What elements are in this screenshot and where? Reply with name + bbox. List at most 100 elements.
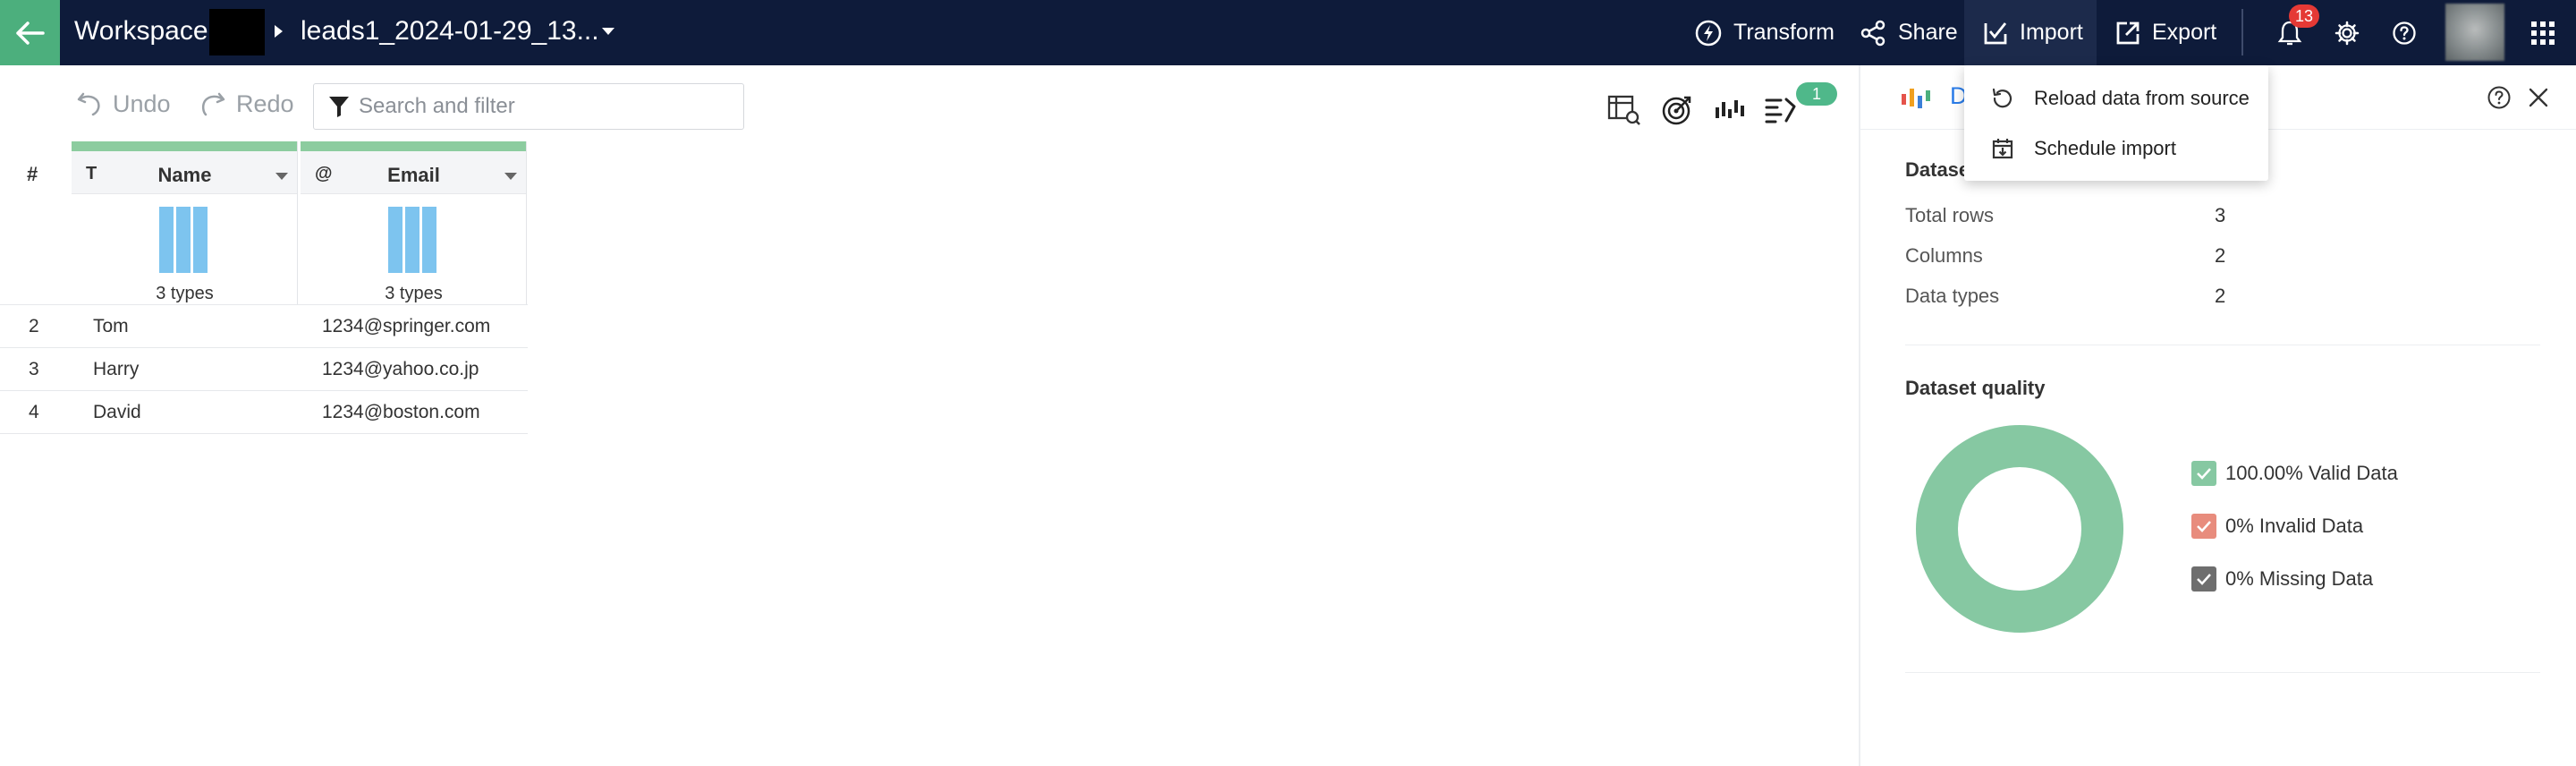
targets-button[interactable] [1658,91,1696,129]
import-button[interactable]: Import [1964,0,2097,65]
legend-label: 100.00% Valid Data [2225,462,2398,484]
target-icon [1662,96,1691,125]
stat-label: Columns [1905,244,1983,267]
redo-button[interactable]: Redo [199,89,294,118]
breadcrumb-arrow-icon [275,25,283,38]
type-distribution-bars [388,207,436,273]
column-type-count: 3 types [385,284,443,303]
top-bar: Workspace leads1_2024-01-29_13... Transf… [0,0,2576,65]
transform-button[interactable]: Transform [1694,0,1835,65]
table-cell-email[interactable]: 1234@yahoo.co.jp [322,359,479,380]
stat-label: Total rows [1905,204,1995,226]
legend-label: 0% Missing Data [2225,567,2374,590]
checkbox-icon [2191,566,2216,592]
grid-apps-icon [2531,21,2555,45]
row-number-header: # [27,163,38,185]
avatar[interactable] [2445,4,2504,61]
redo-label: Redo [236,89,294,117]
stat-label: Data types [1905,285,2000,307]
quality-section-title: Dataset quality [1905,377,2046,399]
menu-item-schedule-import[interactable]: Schedule import [1964,124,2268,173]
donut-hole [1958,467,2081,591]
table-cell-name[interactable]: David [93,402,141,423]
column-quality-bar [301,141,526,151]
grid-divider [0,347,528,348]
column-header-email[interactable]: @ Email 3 types [301,141,527,304]
help-icon [2393,21,2416,45]
checkbox-icon [2191,514,2216,539]
dataset-menu-caret-icon[interactable] [602,28,614,35]
column-profile[interactable]: 3 types [72,194,297,304]
column-type-count: 3 types [156,284,214,303]
topbar-divider [2241,9,2243,55]
redo-icon [201,92,225,116]
checkbox-icon [2191,461,2216,486]
settings-button[interactable] [2329,0,2365,65]
grid-divider [0,304,528,305]
redacted-block [209,9,265,55]
legend-missing[interactable]: 0% Missing Data [2191,566,2373,592]
stat-value: 2 [2215,244,2226,267]
stat-value: 3 [2215,204,2226,226]
column-name[interactable]: Name [72,164,298,187]
filter-icon [329,97,349,117]
search-input[interactable] [359,94,734,119]
help-button[interactable] [2386,0,2422,65]
reload-icon [1992,88,2012,108]
column-menu-caret-icon[interactable] [504,173,517,180]
histogram-icon [1716,100,1744,118]
export-button[interactable]: Export [2114,0,2216,65]
undo-label: Undo [113,89,171,117]
undo-icon [77,92,100,116]
dataset-name[interactable]: leads1_2024-01-29_13... [301,16,599,47]
type-distribution-bars [159,207,208,273]
lightning-icon [1695,20,1722,46]
menu-item-label: Schedule import [2034,137,2176,159]
export-label: Export [2152,20,2217,45]
transform-label: Transform [1733,20,1835,45]
grid-divider [0,433,528,434]
share-button[interactable]: Share [1859,0,1958,65]
column-quality-bar [72,141,297,151]
row-number: 4 [29,402,39,422]
stat-value: 2 [2215,285,2226,307]
data-preview-icon [1607,95,1640,125]
legend-valid[interactable]: 100.00% Valid Data [2191,461,2398,486]
table-cell-email[interactable]: 1234@boston.com [322,402,480,423]
column-name[interactable]: Email [301,164,527,187]
table-cell-name[interactable]: Tom [93,316,129,337]
help-icon[interactable] [2487,85,2512,110]
legend-invalid[interactable]: 0% Invalid Data [2191,514,2363,539]
histogram-button[interactable] [1711,91,1749,129]
calendar-download-icon [1992,139,2013,159]
panel-divider [1905,672,2540,673]
app-launcher-button[interactable] [2522,0,2563,65]
table-cell-name[interactable]: Harry [93,359,139,380]
quality-donut-chart[interactable] [1916,425,2123,633]
share-icon [1860,20,1885,46]
search-filter-box[interactable] [313,83,744,130]
close-icon[interactable] [2528,87,2549,108]
column-profile[interactable]: 3 types [301,194,526,304]
legend-label: 0% Invalid Data [2225,515,2364,537]
rules-button[interactable] [1762,91,1800,129]
arrow-left-icon [15,21,45,45]
menu-item-label: Reload data from source [2034,87,2250,109]
column-menu-caret-icon[interactable] [275,173,288,180]
column-header-name[interactable]: T Name 3 types [72,141,298,304]
back-button[interactable] [0,0,60,65]
share-label: Share [1898,20,1958,45]
gear-icon [2334,21,2360,45]
workspace-link[interactable]: Workspace [74,16,208,47]
grid-divider [0,390,528,391]
rules-count-badge: 1 [1796,82,1837,106]
data-preview-button[interactable] [1606,91,1643,129]
export-icon [2116,21,2140,44]
colored-bars-icon [1902,89,1930,108]
menu-item-reload[interactable]: Reload data from source [1964,74,2268,123]
table-cell-email[interactable]: 1234@springer.com [322,316,490,337]
rules-icon [1765,98,1796,123]
notification-badge: 13 [2289,4,2319,28]
undo-button[interactable]: Undo [75,89,171,118]
import-icon [1984,21,2007,44]
